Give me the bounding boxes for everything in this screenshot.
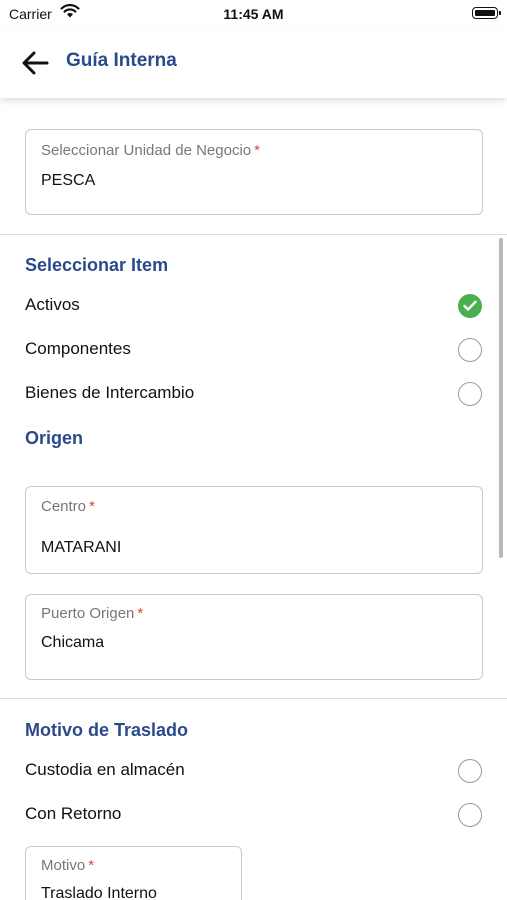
radio-empty-icon[interactable] (458, 803, 482, 827)
app-bar: Guía Interna (0, 30, 507, 98)
puerto-origen-label: Puerto Origen * (41, 605, 144, 622)
back-arrow-icon[interactable] (20, 50, 50, 76)
puerto-origen-value: Chicama (41, 634, 105, 651)
item-option-componentes[interactable]: Componentes (0, 330, 507, 370)
transfer-option-custodia[interactable]: Custodia en almacén (0, 751, 507, 791)
motivo-select[interactable]: Motivo * Traslado Interno (25, 846, 242, 900)
divider (0, 698, 507, 699)
centro-label: Centro * (41, 498, 95, 515)
radio-empty-icon[interactable] (458, 759, 482, 783)
origin-section-title: Origen (25, 428, 84, 448)
item-option-bienes[interactable]: Bienes de Intercambio (0, 374, 507, 414)
divider (0, 234, 507, 235)
option-label: Custodia en almacén (25, 760, 185, 779)
check-circle-icon[interactable] (458, 294, 482, 318)
option-label: Bienes de Intercambio (25, 383, 195, 402)
business-unit-value: PESCA (41, 172, 96, 189)
item-section-title: Seleccionar Item (25, 255, 169, 275)
scrollbar[interactable] (499, 238, 503, 558)
option-label: Con Retorno (25, 804, 122, 823)
centro-value: MATARANI (41, 539, 122, 556)
radio-empty-icon[interactable] (458, 382, 482, 406)
page-title: Guía Interna (66, 50, 177, 71)
clock: 11:45 AM (223, 6, 284, 22)
option-label: Componentes (25, 339, 131, 358)
transfer-section-title: Motivo de Traslado (25, 720, 189, 740)
status-bar: Carrier 11:45 AM (0, 0, 507, 30)
motivo-label: Motivo * (41, 857, 95, 874)
item-option-activos[interactable]: Activos (0, 286, 507, 326)
form-content: Seleccionar Unidad de Negocio * PESCA Sel… (0, 98, 507, 900)
business-unit-select[interactable]: Seleccionar Unidad de Negocio * PESCA (25, 129, 483, 215)
centro-select[interactable]: Centro * MATARANI (25, 486, 483, 574)
battery-icon (472, 7, 501, 19)
business-unit-label: Seleccionar Unidad de Negocio * (41, 142, 260, 159)
radio-empty-icon[interactable] (458, 338, 482, 362)
transfer-option-con-retorno[interactable]: Con Retorno (0, 795, 507, 835)
option-label: Activos (25, 295, 80, 314)
puerto-origen-select[interactable]: Puerto Origen * Chicama (25, 594, 483, 680)
motivo-value: Traslado Interno (41, 885, 157, 900)
